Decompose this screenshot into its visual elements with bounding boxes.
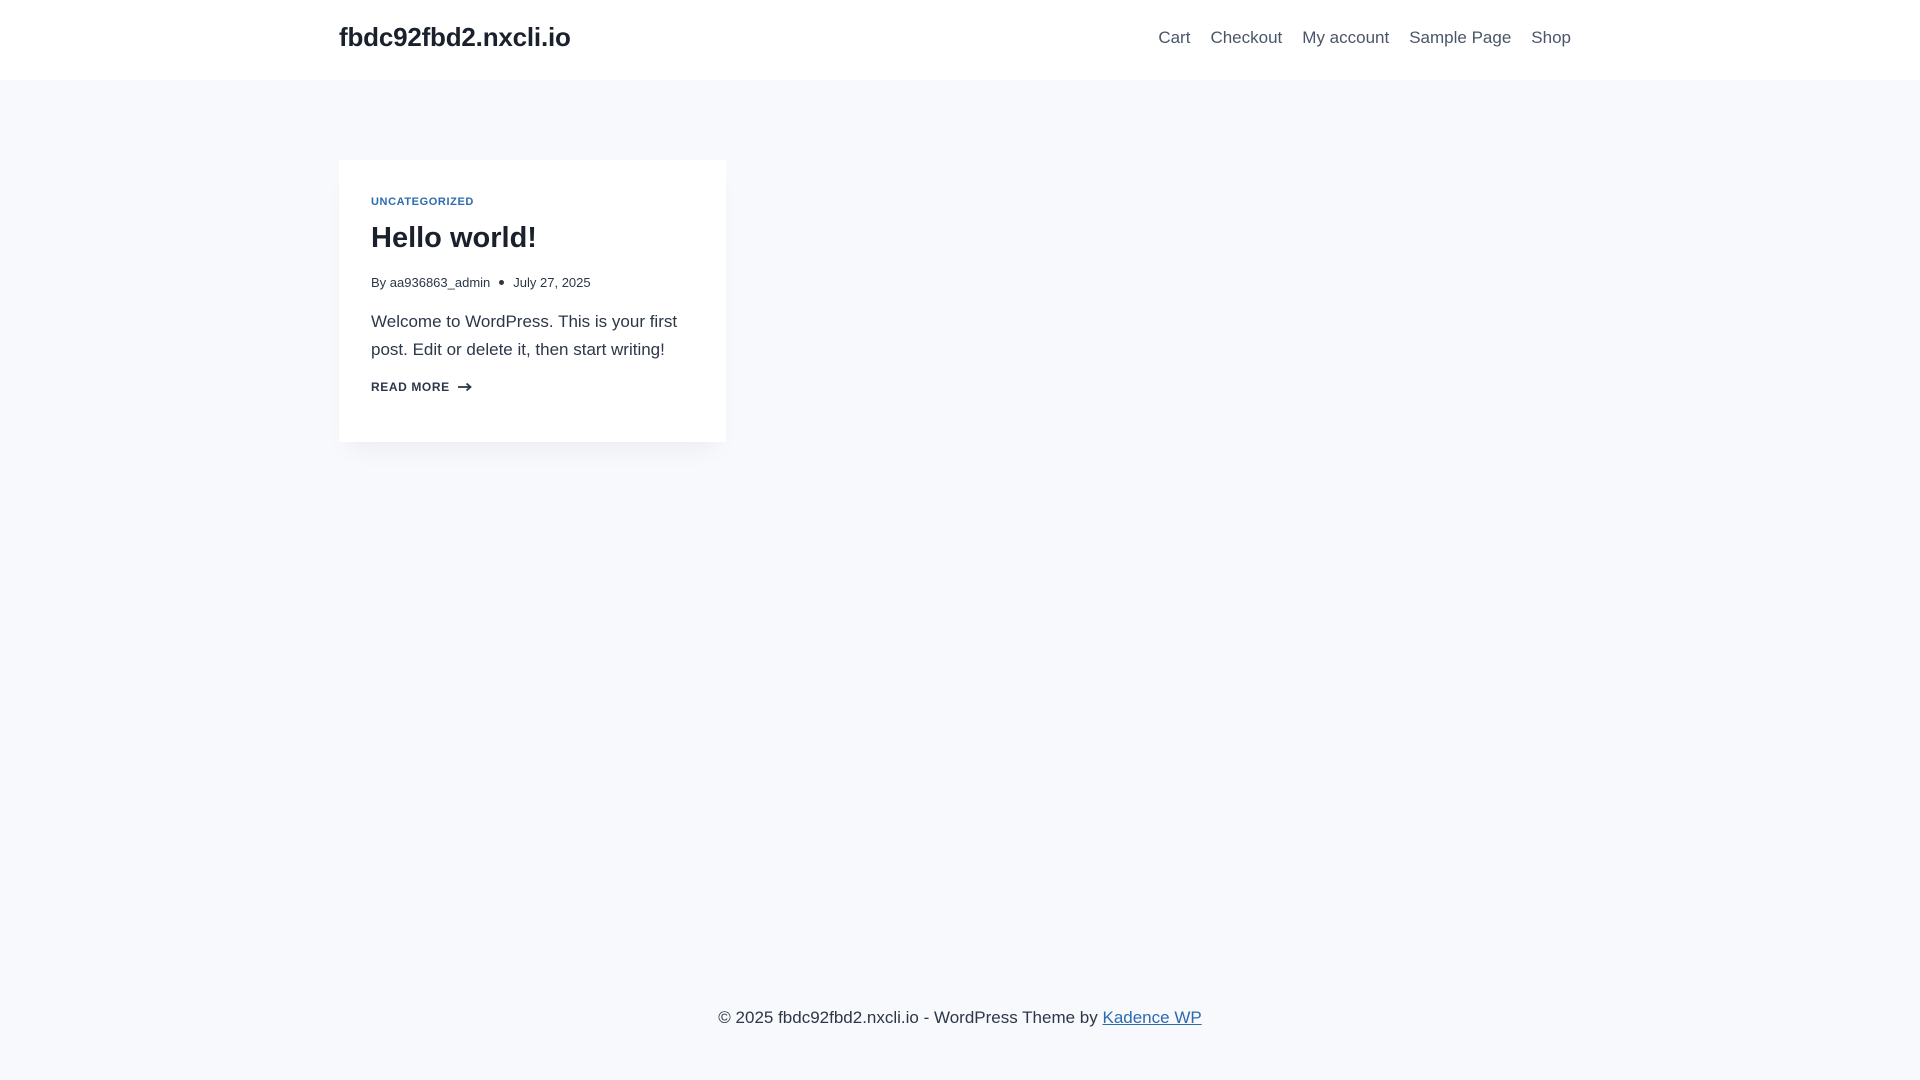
meta-separator-dot [499,280,505,285]
footer-copyright: © 2025 fbdc92fbd2.nxcli.io - WordPress T… [718,1008,1103,1027]
read-more-link[interactable]: READ MORE [371,380,472,394]
post-date: July 27, 2025 [513,275,591,290]
site-footer: © 2025 fbdc92fbd2.nxcli.io - WordPress T… [0,1008,1920,1028]
author-prefix: By [371,275,387,290]
read-more-label: READ MORE [371,380,450,394]
post-card: UNCATEGORIZED Hello world! By aa936863_a… [339,160,726,442]
nav-item-shop[interactable]: Shop [1521,28,1571,48]
primary-nav: Cart Checkout My account Sample Page Sho… [1148,28,1571,48]
post-meta: By aa936863_admin July 27, 2025 [371,275,694,290]
post-author-link[interactable]: aa936863_admin [390,275,490,290]
arrow-right-icon [457,382,472,392]
post-title-link[interactable]: Hello world! [371,222,694,255]
nav-item-my-account[interactable]: My account [1292,28,1399,48]
nav-item-checkout[interactable]: Checkout [1200,28,1292,48]
footer-theme-link[interactable]: Kadence WP [1102,1008,1201,1027]
site-title-link[interactable]: fbdc92fbd2.nxcli.io [339,22,571,53]
nav-item-sample-page[interactable]: Sample Page [1399,28,1521,48]
nav-item-cart[interactable]: Cart [1148,28,1200,48]
post-category-link[interactable]: UNCATEGORIZED [371,196,474,208]
site-header: fbdc92fbd2.nxcli.io Cart Checkout My acc… [0,0,1920,80]
post-excerpt: Welcome to WordPress. This is your first… [371,312,678,359]
